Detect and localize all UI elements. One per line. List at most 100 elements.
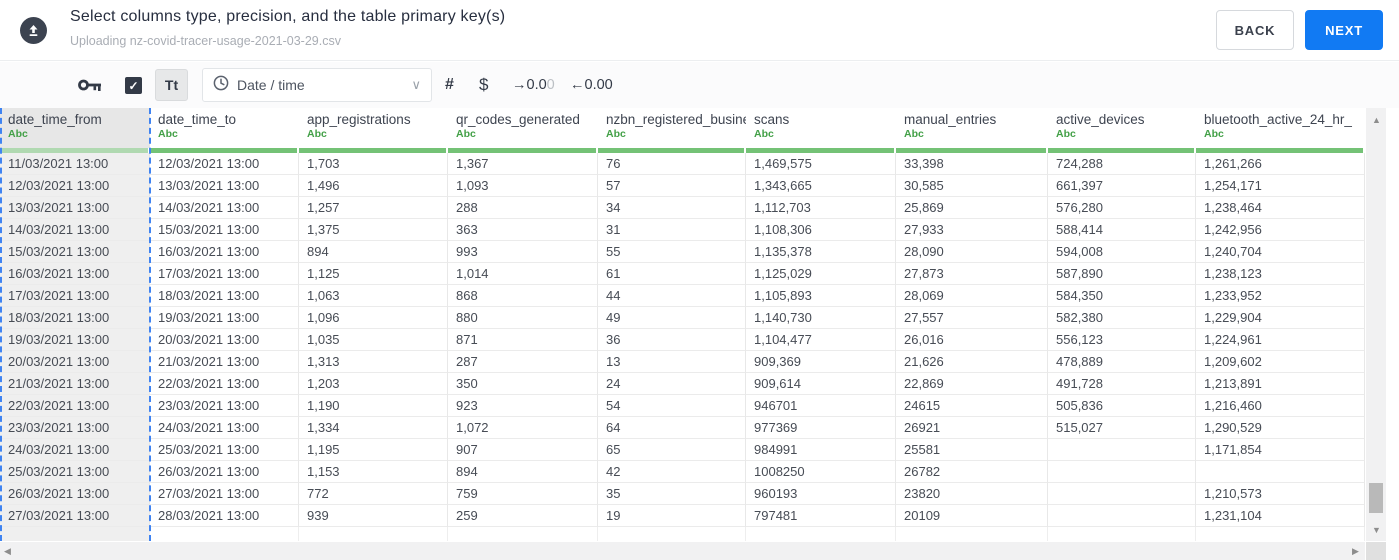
vertical-scrollbar-thumb[interactable] bbox=[1369, 483, 1383, 513]
cell: 594,008 bbox=[1048, 241, 1196, 263]
cell: 21/03/2021 13:00 bbox=[0, 373, 150, 395]
cell: 1,135,378 bbox=[746, 241, 896, 263]
empty-cell bbox=[746, 527, 896, 541]
cell: 11/03/2021 13:00 bbox=[0, 153, 150, 175]
empty-cell bbox=[0, 527, 150, 541]
column-header-active_devices[interactable]: active_devices Abc bbox=[1048, 108, 1196, 148]
cell: 1,334 bbox=[299, 417, 448, 439]
table-row: 25/03/2021 13:00 26/03/2021 13:00 1,153 894… bbox=[0, 461, 1365, 483]
text-type-button[interactable]: Tt bbox=[155, 69, 188, 101]
back-button[interactable]: BACK bbox=[1216, 10, 1294, 50]
column-selected-checkbox[interactable]: ✓ bbox=[125, 77, 142, 94]
cell: 939 bbox=[299, 505, 448, 527]
chevron-down-icon: ∨ bbox=[411, 77, 421, 92]
cell: 57 bbox=[598, 175, 746, 197]
cell: 1,063 bbox=[299, 285, 448, 307]
scroll-left-arrow-icon[interactable]: ◀ bbox=[4, 547, 11, 556]
cell bbox=[1048, 461, 1196, 483]
scroll-down-arrow-icon[interactable]: ▼ bbox=[1372, 526, 1381, 535]
column-type-badge: Abc bbox=[1204, 128, 1224, 140]
cell: 26/03/2021 13:00 bbox=[150, 461, 299, 483]
column-header-bluetooth_active_24_hr_[interactable]: bluetooth_active_24_hr_ Abc bbox=[1196, 108, 1365, 148]
left-arrow-icon: ← bbox=[570, 77, 585, 93]
empty-cell bbox=[448, 527, 598, 541]
cell: 65 bbox=[598, 439, 746, 461]
column-header-scans[interactable]: scans Abc bbox=[746, 108, 896, 148]
cell: 27,557 bbox=[896, 307, 1048, 329]
cell: 16/03/2021 13:00 bbox=[150, 241, 299, 263]
cell: 24615 bbox=[896, 395, 1048, 417]
cell: 1,313 bbox=[299, 351, 448, 373]
table-header-row: date_time_from Abc date_time_to Abc app_regi… bbox=[0, 108, 1365, 148]
cell: 1,171,854 bbox=[1196, 439, 1365, 461]
cell: 54 bbox=[598, 395, 746, 417]
horizontal-scrollbar[interactable]: ◀ ▶ bbox=[0, 542, 1365, 560]
number-type-button[interactable]: # bbox=[445, 62, 454, 108]
scroll-right-arrow-icon[interactable]: ▶ bbox=[1352, 547, 1359, 556]
cell: 288 bbox=[448, 197, 598, 219]
cell: 19/03/2021 13:00 bbox=[0, 329, 150, 351]
table-row: 13/03/2021 13:00 14/03/2021 13:00 1,257 288… bbox=[0, 197, 1365, 219]
table-row: 23/03/2021 13:00 24/03/2021 13:00 1,334 1,0… bbox=[0, 417, 1365, 439]
cell: 1,216,460 bbox=[1196, 395, 1365, 417]
cell: 21/03/2021 13:00 bbox=[150, 351, 299, 373]
cell: 14/03/2021 13:00 bbox=[0, 219, 150, 241]
cell: 22,869 bbox=[896, 373, 1048, 395]
column-header-nzbn_registered_busine[interactable]: nzbn_registered_busine Abc bbox=[598, 108, 746, 148]
column-type-dropdown[interactable]: Date / time ∨ bbox=[202, 68, 432, 102]
cell: 505,836 bbox=[1048, 395, 1196, 417]
primary-key-icon[interactable] bbox=[78, 62, 102, 108]
cell: 909,614 bbox=[746, 373, 896, 395]
column-name: nzbn_registered_busine bbox=[606, 112, 746, 127]
cell: 20109 bbox=[896, 505, 1048, 527]
cell: 582,380 bbox=[1048, 307, 1196, 329]
cell: 894 bbox=[448, 461, 598, 483]
cell: 556,123 bbox=[1048, 329, 1196, 351]
cell: 984991 bbox=[746, 439, 896, 461]
table-row: 16/03/2021 13:00 17/03/2021 13:00 1,125 1,0… bbox=[0, 263, 1365, 285]
cell: 13/03/2021 13:00 bbox=[0, 197, 150, 219]
column-name: active_devices bbox=[1056, 112, 1145, 127]
column-header-manual_entries[interactable]: manual_entries Abc bbox=[896, 108, 1048, 148]
cell: 1,213,891 bbox=[1196, 373, 1365, 395]
table-row: 11/03/2021 13:00 12/03/2021 13:00 1,703 1,3… bbox=[0, 153, 1365, 175]
table-row: 27/03/2021 13:00 28/03/2021 13:00 939 259 19… bbox=[0, 505, 1365, 527]
scroll-up-arrow-icon[interactable]: ▲ bbox=[1372, 116, 1381, 125]
column-header-date_time_to[interactable]: date_time_to Abc bbox=[150, 108, 299, 148]
cell: 20/03/2021 13:00 bbox=[150, 329, 299, 351]
column-header-qr_codes_generated[interactable]: qr_codes_generated Abc bbox=[448, 108, 598, 148]
currency-type-button[interactable]: $ bbox=[479, 62, 488, 108]
table-row: 15/03/2021 13:00 16/03/2021 13:00 894 993 55… bbox=[0, 241, 1365, 263]
column-type-badge: Abc bbox=[456, 128, 476, 140]
cell: 1,105,893 bbox=[746, 285, 896, 307]
cell: 23/03/2021 13:00 bbox=[150, 395, 299, 417]
column-header-app_registrations[interactable]: app_registrations Abc bbox=[299, 108, 448, 148]
empty-cell bbox=[150, 527, 299, 541]
page-subtitle: Uploading nz-covid-tracer-usage-2021-03-… bbox=[70, 34, 341, 48]
next-button[interactable]: NEXT bbox=[1305, 10, 1383, 50]
cell: 587,890 bbox=[1048, 263, 1196, 285]
cell: 772 bbox=[299, 483, 448, 505]
cell: 25581 bbox=[896, 439, 1048, 461]
cell: 1,104,477 bbox=[746, 329, 896, 351]
table-row: 19/03/2021 13:00 20/03/2021 13:00 1,035 871… bbox=[0, 329, 1365, 351]
cell: 23/03/2021 13:00 bbox=[0, 417, 150, 439]
cell: 1,108,306 bbox=[746, 219, 896, 241]
decrease-decimal-button[interactable]: → 0.0 0 bbox=[512, 62, 555, 108]
cell: 1,209,602 bbox=[1196, 351, 1365, 373]
column-name: app_registrations bbox=[307, 112, 411, 127]
vertical-scrollbar[interactable]: ▲ ▼ bbox=[1366, 108, 1386, 541]
empty-row bbox=[0, 527, 1365, 541]
wizard-header: Select columns type, precision, and the … bbox=[0, 0, 1399, 61]
cell: 1,261,266 bbox=[1196, 153, 1365, 175]
column-header-date_time_from[interactable]: date_time_from Abc bbox=[0, 108, 150, 148]
column-name: date_time_from bbox=[8, 112, 102, 127]
cell: 1,203 bbox=[299, 373, 448, 395]
cell bbox=[1048, 439, 1196, 461]
cell: 20/03/2021 13:00 bbox=[0, 351, 150, 373]
cell: 1,210,573 bbox=[1196, 483, 1365, 505]
empty-cell bbox=[896, 527, 1048, 541]
cell: 22/03/2021 13:00 bbox=[0, 395, 150, 417]
cell: 26782 bbox=[896, 461, 1048, 483]
increase-decimal-button[interactable]: ← 0.00 bbox=[570, 62, 613, 108]
